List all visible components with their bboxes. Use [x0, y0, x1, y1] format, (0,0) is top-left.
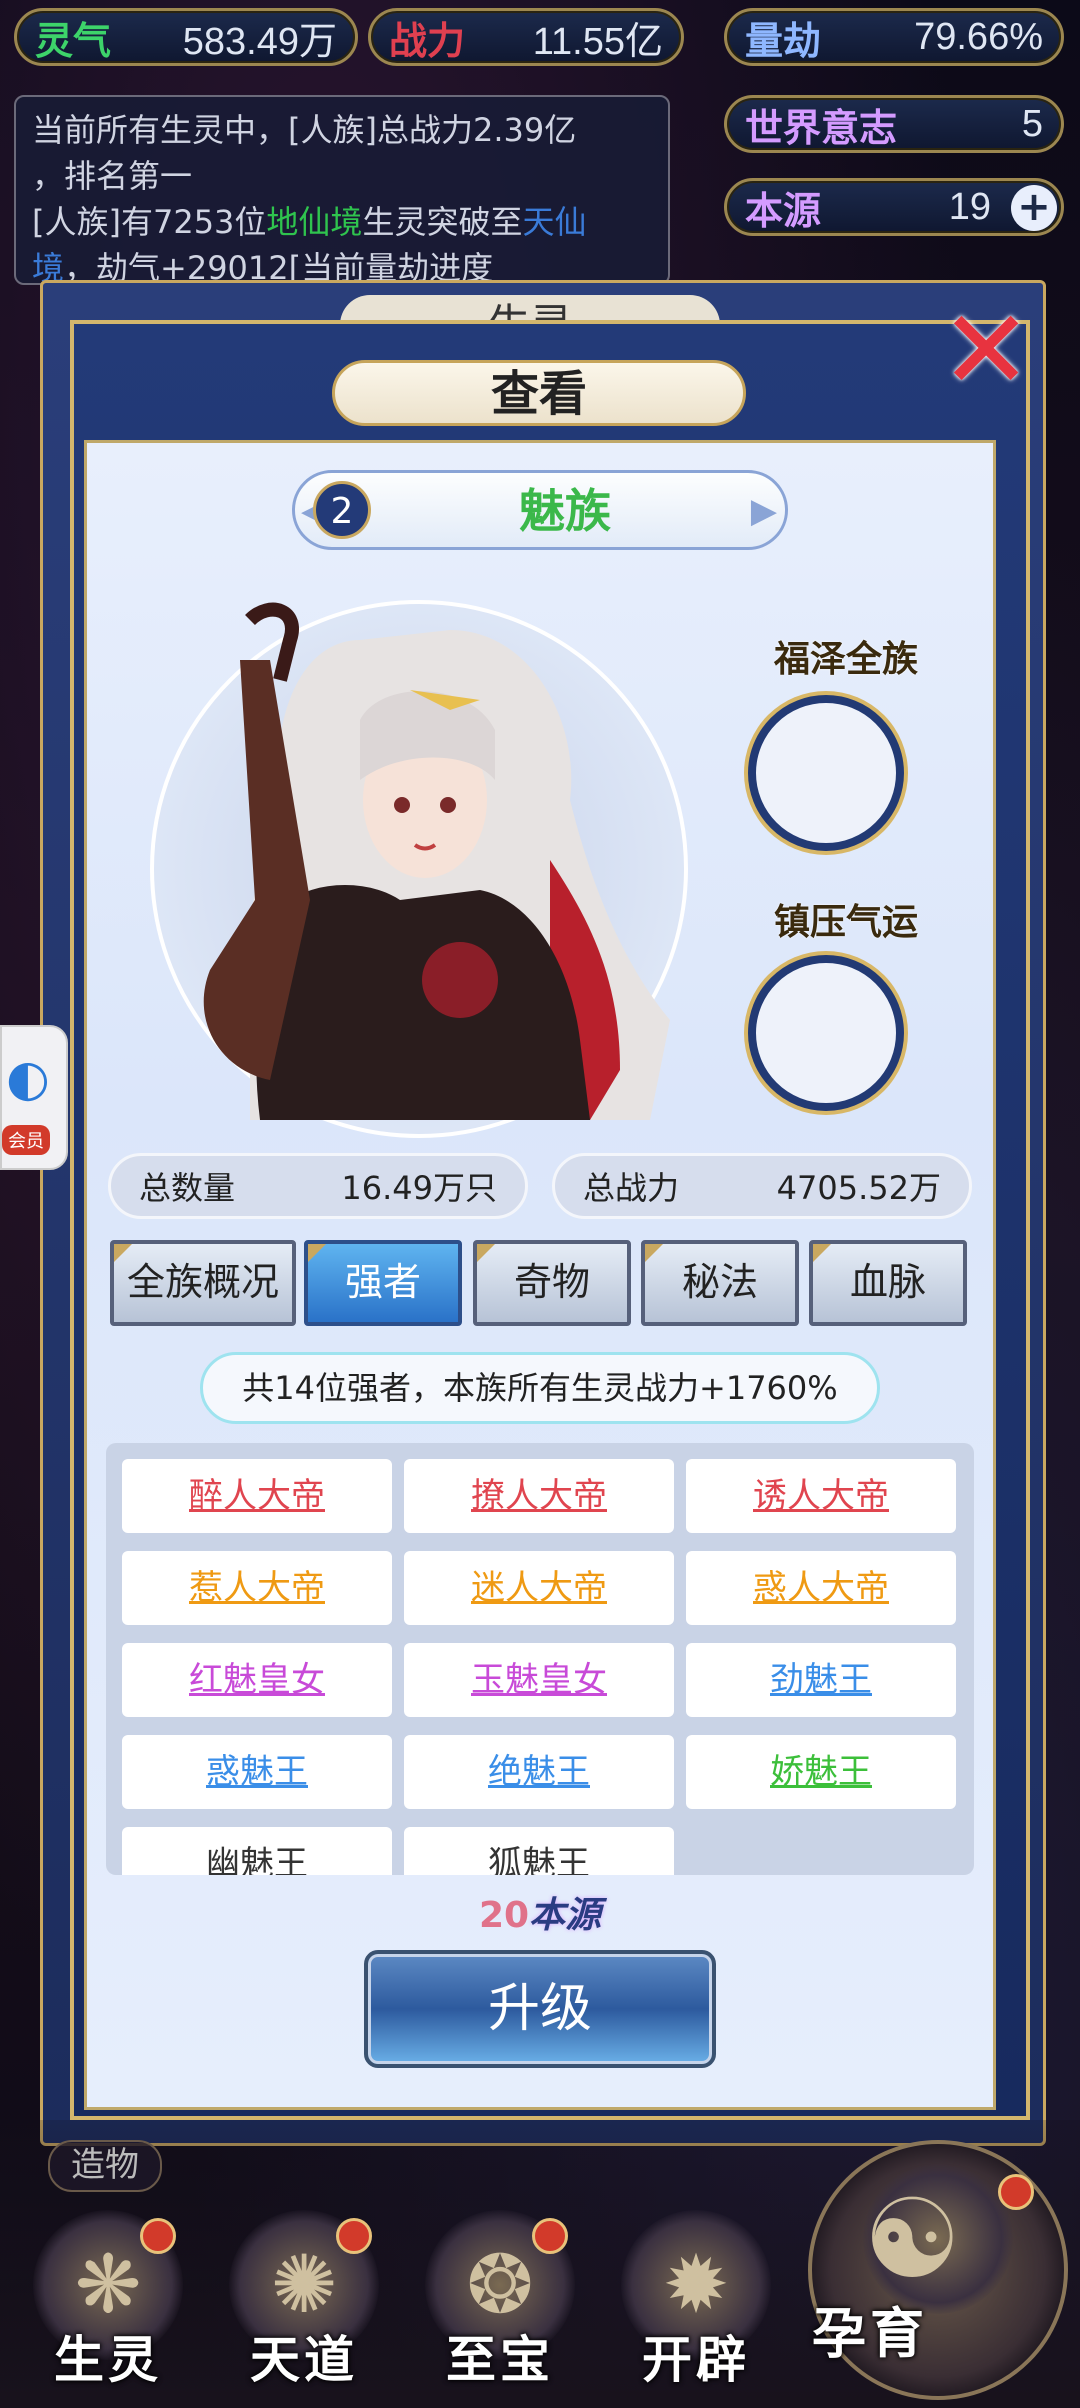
- strongman-item[interactable]: 狐魅王: [404, 1827, 674, 1875]
- zhanli-value: 11.55亿: [532, 20, 663, 63]
- tab-corner: [813, 1244, 831, 1262]
- creation-button[interactable]: 造物: [48, 2140, 162, 2192]
- tab-overview[interactable]: 全族概况: [110, 1240, 296, 1326]
- upgrade-button[interactable]: 升级: [364, 1950, 716, 2068]
- race-rank-badge: 2: [313, 481, 371, 539]
- benyuan-value: 19: [948, 185, 991, 228]
- tab-corner: [645, 1244, 663, 1262]
- benyuan-label: 本源: [745, 188, 822, 233]
- liangjie-value: 79.66%: [914, 15, 1043, 58]
- notification-dot: [140, 2218, 176, 2254]
- close-icon[interactable]: ✕: [940, 295, 1032, 405]
- strongman-item[interactable]: 玉魅皇女: [404, 1643, 674, 1717]
- vip-icon: ◐: [6, 1049, 50, 1107]
- log-realm: 地仙境: [266, 203, 363, 241]
- log-text: [人族]有7253位: [32, 203, 267, 241]
- strongman-item[interactable]: 迷人大帝: [404, 1551, 674, 1625]
- strongman-item[interactable]: 撩人大帝: [404, 1459, 674, 1533]
- upgrade-cost: 20本源: [440, 1886, 640, 1938]
- chevron-right-icon[interactable]: ▶: [751, 491, 777, 531]
- strongman-item[interactable]: 劲魅王: [686, 1643, 956, 1717]
- notification-dot: [336, 2218, 372, 2254]
- nav-heaven-dao[interactable]: ✺ 天道: [214, 2210, 394, 2400]
- vip-float-button[interactable]: ◐ 会员: [0, 1025, 68, 1170]
- blessing-label: 福泽全族: [773, 639, 918, 680]
- character-portrait: [203, 602, 670, 1120]
- cost-unit: 本源: [529, 1895, 602, 1936]
- log-line: [人族]有7253位地仙境生灵突破至天仙: [32, 199, 652, 245]
- benyuan-stat: 本源 19 +: [724, 178, 1064, 236]
- log-realm: 天仙: [522, 203, 587, 241]
- liangjie-label: 量劫: [745, 18, 822, 63]
- strongman-item[interactable]: 醉人大帝: [122, 1459, 392, 1533]
- strongman-item[interactable]: 惑魅王: [122, 1735, 392, 1809]
- total-power-stat: 总战力 4705.52万: [552, 1153, 972, 1219]
- suppress-label: 镇压气运: [773, 902, 918, 943]
- cost-amount: 20: [478, 1895, 530, 1936]
- add-benyuan-button[interactable]: +: [1011, 185, 1057, 231]
- total-power-value: 4705.52万: [776, 1169, 941, 1207]
- strongman-item[interactable]: 惹人大帝: [122, 1551, 392, 1625]
- zhanli-label: 战力: [389, 18, 466, 63]
- strongmen-summary: 共14位强者，本族所有生灵战力+1760%: [200, 1352, 880, 1424]
- lingqi-value: 583.49万: [182, 20, 337, 63]
- strongman-item[interactable]: 绝魅王: [404, 1735, 674, 1809]
- tab-corner: [308, 1244, 326, 1262]
- tab-label: 强者: [344, 1260, 421, 1304]
- nav-treasure[interactable]: ❂ 至宝: [410, 2210, 590, 2400]
- nav-creation-world[interactable]: ✹ 开辟: [606, 2210, 786, 2400]
- nav-label: 天道: [250, 2331, 358, 2389]
- strongmen-list[interactable]: 醉人大帝 撩人大帝 诱人大帝惹人大帝 迷人大帝 惑人大帝红魅皇女 玉魅皇女 劲魅王惑魅王 绝魅…: [106, 1443, 974, 1875]
- log-line: 境，劫气+29012[当前量劫进度: [32, 245, 652, 283]
- log-text: ，排名第一: [32, 157, 193, 195]
- blessing-slot[interactable]: [748, 695, 904, 851]
- event-log: 当前所有生灵中，[人族]总战力2.39亿 ，排名第一 [人族]有7253位地仙境…: [14, 95, 670, 285]
- log-line: ，排名第一: [32, 153, 652, 199]
- tab-secret-arts[interactable]: 秘法: [641, 1240, 799, 1326]
- nav-beings[interactable]: ❋ 生灵: [18, 2210, 198, 2400]
- strongman-item[interactable]: 惑人大帝: [686, 1551, 956, 1625]
- shijie-value: 5: [1021, 102, 1043, 145]
- zhanli-stat: 战力 11.55亿: [368, 8, 684, 66]
- strongman-item[interactable]: 娇魅王: [686, 1735, 956, 1809]
- nav-label: 生灵: [54, 2331, 162, 2389]
- tab-corner: [477, 1244, 495, 1262]
- liangjie-stat: 量劫 79.66%: [724, 8, 1064, 66]
- nav-label: 孕育: [812, 2302, 928, 2365]
- race-name: 魅族: [519, 484, 611, 538]
- nav-label: 至宝: [446, 2331, 554, 2389]
- total-count-value: 16.49万只: [341, 1169, 497, 1207]
- shijie-stat: 世界意志 5: [724, 95, 1064, 153]
- strongman-item[interactable]: 诱人大帝: [686, 1459, 956, 1533]
- log-text: 当前所有生灵中，[人族]总战力2.39亿: [32, 111, 577, 149]
- tab-treasures[interactable]: 奇物: [473, 1240, 631, 1326]
- tab-label: 奇物: [513, 1260, 590, 1304]
- total-count-stat: 总数量 16.49万只: [108, 1153, 528, 1219]
- lingqi-stat: 灵气 583.49万: [14, 8, 358, 66]
- nav-nurture[interactable]: ☯ 孕育: [808, 2140, 1068, 2400]
- tab-corner: [114, 1244, 132, 1262]
- strongman-item[interactable]: 红魅皇女: [122, 1643, 392, 1717]
- notification-dot: [532, 2218, 568, 2254]
- tab-label: 全族概况: [126, 1260, 279, 1304]
- log-line: 当前所有生灵中，[人族]总战力2.39亿: [32, 107, 652, 153]
- total-count-label: 总数量: [139, 1169, 236, 1207]
- log-text: 生灵突破至: [362, 203, 523, 241]
- tab-label: 血脉: [849, 1260, 926, 1304]
- shijie-label: 世界意志: [745, 105, 898, 150]
- suppress-slot[interactable]: [748, 955, 904, 1111]
- modal-title: 查看: [332, 360, 746, 426]
- lingqi-label: 灵气: [35, 18, 112, 63]
- notification-dot: [998, 2174, 1034, 2210]
- total-power-label: 总战力: [583, 1169, 680, 1207]
- strongman-item[interactable]: 幽魅王: [122, 1827, 392, 1875]
- race-selector[interactable]: ◀ 2 魅族 ▶: [292, 470, 788, 550]
- nav-label: 开辟: [642, 2331, 750, 2389]
- tab-label: 秘法: [681, 1260, 758, 1304]
- vip-badge: 会员: [2, 1125, 50, 1155]
- tab-bloodline[interactable]: 血脉: [809, 1240, 967, 1326]
- tab-strongmen[interactable]: 强者: [304, 1240, 462, 1326]
